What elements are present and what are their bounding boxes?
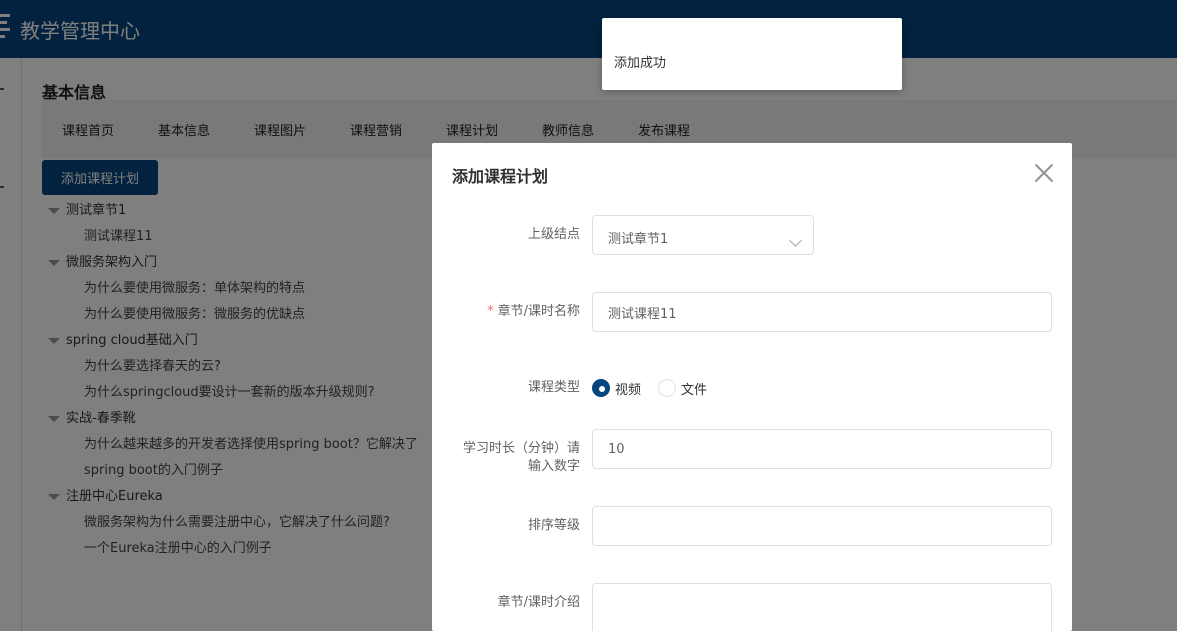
dialog-title: 添加课程计划: [452, 167, 549, 186]
toast-message: 添加成功: [614, 56, 667, 71]
radio-checked-icon: [592, 379, 610, 397]
intro-label: 章节/课时介绍: [497, 595, 580, 610]
order-input[interactable]: [592, 506, 1052, 546]
name-label: * 章节/课时名称: [452, 303, 580, 321]
add-course-plan-dialog: 添加课程计划 上级结点 测试章节1 *章节/课时名称 课程类型 视频 文件 学习…: [432, 143, 1072, 631]
name-label-text: 章节/课时名称: [497, 304, 580, 319]
order-label: 排序等级: [527, 518, 580, 533]
chevron-down-icon: [789, 234, 802, 247]
radio-video[interactable]: 视频: [592, 378, 648, 398]
duration-label: 学习时长（分钟）请 输入数字: [452, 440, 580, 476]
close-icon[interactable]: [1032, 161, 1056, 185]
duration-label-line2: 输入数字: [527, 459, 580, 474]
intro-textarea[interactable]: [592, 583, 1052, 631]
parent-node-label: 上级结点: [527, 227, 580, 242]
parent-node-select[interactable]: 测试章节1: [592, 215, 814, 255]
duration-label-line1: 学习时长（分钟）请: [462, 441, 580, 456]
radio-unchecked-icon: [658, 379, 676, 397]
required-mark: *: [487, 304, 494, 319]
course-type-label: 课程类型: [527, 380, 580, 395]
parent-node-value: 测试章节1: [608, 232, 669, 247]
chapter-name-input[interactable]: [592, 292, 1052, 332]
success-toast: 添加成功: [602, 18, 902, 90]
radio-video-label: 视频: [615, 383, 642, 398]
radio-file-label: 文件: [681, 383, 708, 398]
radio-file[interactable]: 文件: [658, 378, 714, 398]
duration-input[interactable]: [592, 429, 1052, 469]
